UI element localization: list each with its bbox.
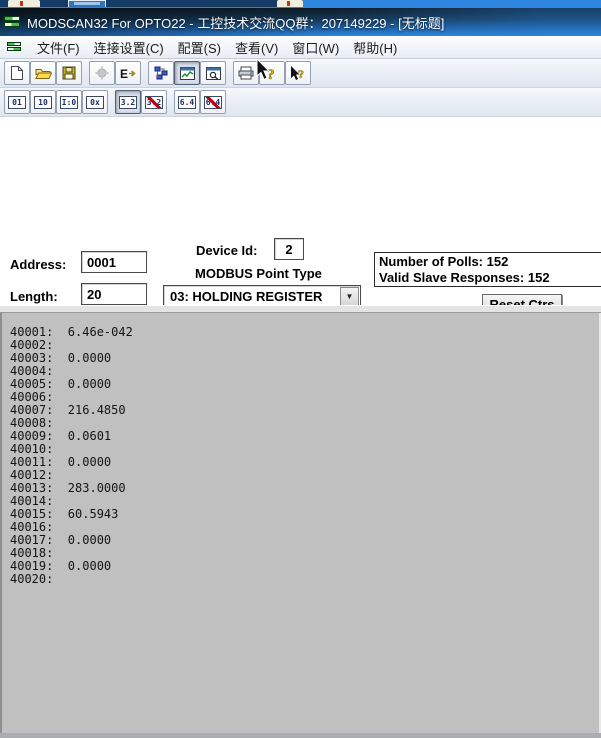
save-file-icon	[62, 66, 76, 80]
register-list[interactable]: 40001: 6.46e-042 40002: 40003: 0.0000 40…	[10, 326, 133, 586]
mouse-cursor	[256, 59, 271, 86]
fragment-bar	[74, 2, 100, 5]
fmt-float-button-label: 3.2	[119, 96, 137, 109]
fragment-mark	[20, 1, 23, 6]
menu-item[interactable]: 文件(F)	[30, 36, 87, 59]
fmt-swapped-double-button-label: 6.4	[204, 96, 222, 109]
open-file-icon	[35, 67, 52, 80]
tree-view-icon	[154, 66, 169, 80]
window-bottom-edge	[0, 733, 601, 738]
app-icon[interactable]	[4, 16, 21, 28]
fmt-double-button[interactable]: 6.4	[174, 90, 200, 114]
fmt-integer-button[interactable]: I:0	[56, 90, 82, 114]
poll-counters-box: Number of Polls: 152 Valid Slave Respons…	[374, 252, 601, 287]
data-view-icon	[180, 67, 195, 80]
device-id-input[interactable]: 2	[274, 238, 304, 260]
address-label: Address:	[10, 257, 66, 272]
fmt-hex-button-label: 0x	[86, 96, 104, 109]
context-help-button[interactable]: ?	[285, 61, 311, 85]
open-file-button[interactable]	[30, 61, 56, 85]
menu-item[interactable]: 连接设置(C)	[87, 36, 171, 59]
new-file-button[interactable]	[4, 61, 30, 85]
fmt-binary-button[interactable]: 01	[4, 90, 30, 114]
fmt-binary-button-label: 01	[8, 96, 26, 109]
responses-count-value: 152	[528, 270, 550, 285]
fmt-decimal-button-label: 10	[34, 96, 52, 109]
splitter-bar[interactable]	[0, 305, 601, 313]
document-icon[interactable]	[7, 42, 22, 53]
length-input[interactable]: 20	[81, 283, 147, 305]
context-help-icon: ?	[290, 66, 306, 81]
message-view-button[interactable]	[200, 61, 226, 85]
fmt-hex-button[interactable]: 0x	[82, 90, 108, 114]
fragment-bar	[303, 0, 601, 8]
fmt-double-button-label: 6.4	[178, 96, 196, 109]
disconnect-icon: E	[120, 67, 136, 80]
fmt-float-button[interactable]: 3.2	[115, 90, 141, 114]
message-view-icon	[206, 67, 221, 80]
fmt-swapped-float-button-label: 3.2	[145, 96, 163, 109]
fmt-decimal-button[interactable]: 10	[30, 90, 56, 114]
title-bar[interactable]: MODSCAN32 For OPTO22 - 工控技术交流QQ群：2071492…	[0, 8, 601, 36]
register-data-panel[interactable]: 40001: 6.46e-042 40002: 40003: 0.0000 40…	[0, 313, 601, 733]
menu-item[interactable]: 窗口(W)	[285, 36, 346, 59]
data-view-button[interactable]	[174, 61, 200, 85]
point-type-selected: 03: HOLDING REGISTER	[164, 289, 340, 304]
toolbar-main: E??	[0, 59, 601, 88]
connect-button[interactable]	[89, 61, 115, 85]
fmt-integer-button-label: I:0	[60, 96, 78, 109]
fragment-mark	[287, 1, 290, 6]
menu-item[interactable]: 配置(S)	[171, 36, 228, 59]
tree-view-button[interactable]	[148, 61, 174, 85]
device-id-label: Device Id:	[196, 243, 257, 258]
menu-item[interactable]: 帮助(H)	[346, 36, 404, 59]
window-title: MODSCAN32 For OPTO22 - 工控技术交流QQ群：2071492…	[27, 13, 444, 32]
toolbar-format: 01 10 I:0 0x 3.2 3.2 6.4 6.4	[0, 88, 601, 117]
disconnect-button[interactable]: E	[115, 61, 141, 85]
print-icon	[238, 66, 254, 80]
background-window-fragment	[0, 0, 601, 8]
menu-item[interactable]: 查看(V)	[228, 36, 285, 59]
fmt-swapped-float-button[interactable]: 3.2	[141, 90, 167, 114]
fmt-swapped-double-button[interactable]: 6.4	[200, 90, 226, 114]
polls-count-line: Number of Polls: 152	[379, 254, 601, 270]
responses-count-line: Valid Slave Responses: 152	[379, 270, 601, 286]
menu-bar: 文件(F)连接设置(C)配置(S)查看(V)窗口(W)帮助(H)	[0, 36, 601, 59]
poll-definition-area: Address: 0001 Length: 20 Device Id: 2 MO…	[0, 117, 601, 305]
point-type-label: MODBUS Point Type	[195, 266, 322, 281]
new-file-icon	[10, 65, 24, 81]
connect-icon	[95, 66, 109, 80]
save-file-button[interactable]	[56, 61, 82, 85]
svg-text:?: ?	[298, 67, 304, 81]
fragment-tab	[277, 0, 303, 7]
length-label: Length:	[10, 289, 58, 304]
address-input[interactable]: 0001	[81, 251, 147, 273]
fragment-tab	[8, 0, 40, 7]
svg-text:E: E	[120, 67, 128, 80]
chevron-down-icon[interactable]: ▼	[340, 287, 359, 306]
polls-count-value: 152	[487, 254, 509, 269]
modscan-window: MODSCAN32 For OPTO22 - 工控技术交流QQ群：2071492…	[0, 0, 601, 738]
menu-bar-items: 文件(F)连接设置(C)配置(S)查看(V)窗口(W)帮助(H)	[30, 36, 404, 59]
